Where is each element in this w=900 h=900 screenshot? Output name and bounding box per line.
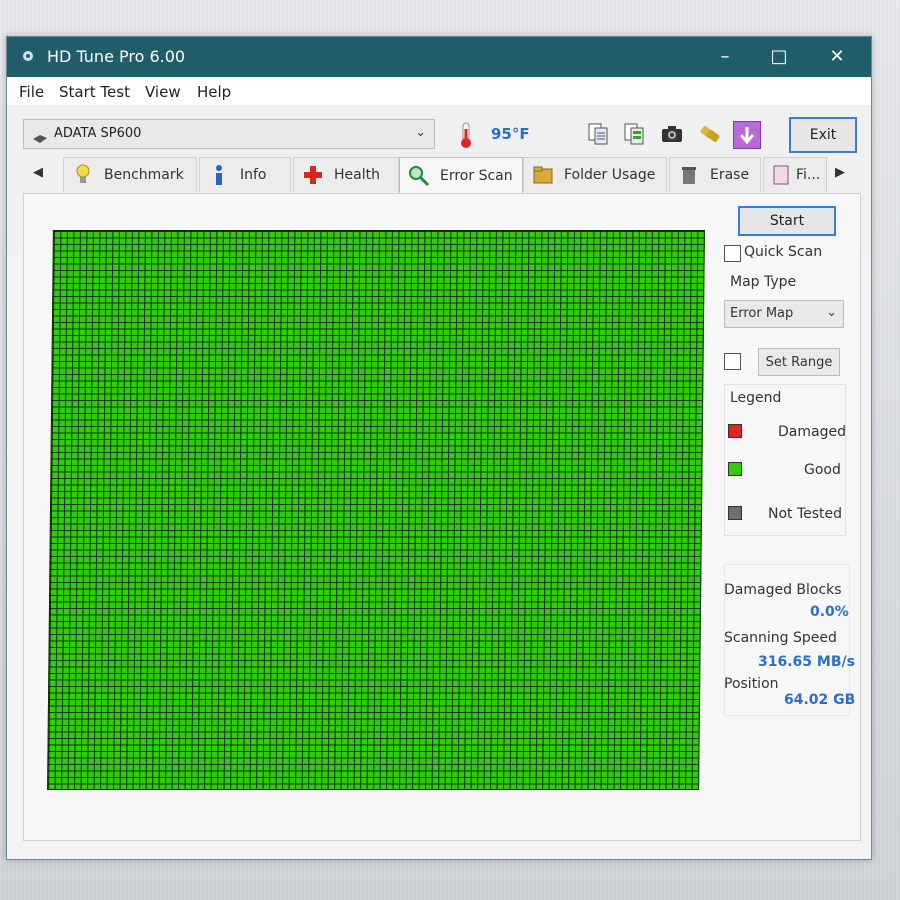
tab-info[interactable]: Info [199,157,291,192]
health-cross-icon [302,164,324,186]
tab-health[interactable]: Health [293,157,399,192]
legend-title: Legend [730,390,782,406]
position-value: 64.02 GB [784,692,856,708]
tab-label: Info [240,167,267,183]
tab-label: Error Scan [440,168,513,184]
folder-icon [532,164,554,186]
info-icon [208,164,230,186]
trash-icon [678,164,700,186]
start-button[interactable]: Start [738,206,836,236]
menu-view[interactable]: View [145,83,181,101]
menu-file[interactable]: File [19,83,44,101]
exit-button[interactable]: Exit [789,117,857,153]
close-icon[interactable]: ✕ [819,41,855,71]
minimize-icon[interactable]: – [707,41,743,71]
damaged-blocks-label: Damaged Blocks [724,582,842,598]
lightbulb-icon [72,164,94,186]
app-icon [21,49,35,63]
tab-label: Fi... [796,167,821,183]
tab-scroll-left-icon[interactable]: ◀ [33,165,43,180]
map-type-value: Error Map [730,306,794,321]
damaged-blocks-value: 0.0% [810,604,849,620]
tab-label: Health [334,167,380,183]
tab-error-scan[interactable]: Error Scan [399,157,523,194]
copy-all-icon[interactable] [621,121,647,147]
file-icon [770,164,792,186]
legend-not-tested-label: Not Tested [768,506,843,522]
maximize-icon[interactable]: □ [761,41,797,71]
scanning-speed-label: Scanning Speed [724,630,837,646]
tab-benchmark[interactable]: Benchmark [63,157,197,192]
window-title: HD Tune Pro 6.00 [47,47,186,66]
legend-damaged-swatch [728,424,742,438]
tab-scroll-right-icon[interactable]: ▶ [835,165,845,180]
legend-good-label: Good [804,462,841,478]
error-map-grid [47,230,705,790]
drive-select[interactable]: ADATA SP600 ⌄ [23,119,435,149]
error-scan-panel: Start Quick Scan Map Type Error Map ⌄ Se… [23,193,861,841]
position-label: Position [724,676,779,692]
tab-file[interactable]: Fi... [763,157,827,192]
legend-damaged-label: Damaged [778,424,846,440]
chevron-down-icon: ⌄ [826,305,837,320]
quick-scan-checkbox[interactable] [724,245,741,262]
camera-icon[interactable] [659,121,685,147]
options-icon[interactable] [697,121,723,147]
menu-help[interactable]: Help [197,83,231,101]
save-download-icon[interactable] [733,121,761,149]
drive-icon [32,129,48,148]
legend-good-swatch [728,462,742,476]
app-window: HD Tune Pro 6.00 – □ ✕ File Start Test V… [6,36,872,860]
thermometer-icon [457,121,475,153]
tab-label: Benchmark [104,167,184,183]
tab-label: Erase [710,167,750,183]
scanning-speed-value: 316.65 MB/s [758,654,855,670]
map-type-label: Map Type [730,274,797,290]
legend-not-tested-swatch [728,506,742,520]
menu-start-test[interactable]: Start Test [59,83,130,101]
menu-bar: File Start Test View Help [7,77,871,105]
set-range-checkbox[interactable] [724,353,741,370]
tab-label: Folder Usage [564,167,656,183]
tab-bar: ◀ Benchmark Info Health Error Scan Folde… [23,157,849,194]
title-bar: HD Tune Pro 6.00 – □ ✕ [7,37,871,77]
map-type-select[interactable]: Error Map ⌄ [724,300,844,328]
tab-erase[interactable]: Erase [669,157,761,192]
chevron-down-icon: ⌄ [415,125,426,140]
tab-folder-usage[interactable]: Folder Usage [523,157,667,192]
magnifier-icon [408,165,430,187]
quick-scan-label: Quick Scan [744,244,823,260]
drive-name: ADATA SP600 [54,126,142,141]
temperature-value: 95°F [491,125,530,143]
set-range-button[interactable]: Set Range [758,348,840,376]
copy-icon[interactable] [585,121,611,147]
